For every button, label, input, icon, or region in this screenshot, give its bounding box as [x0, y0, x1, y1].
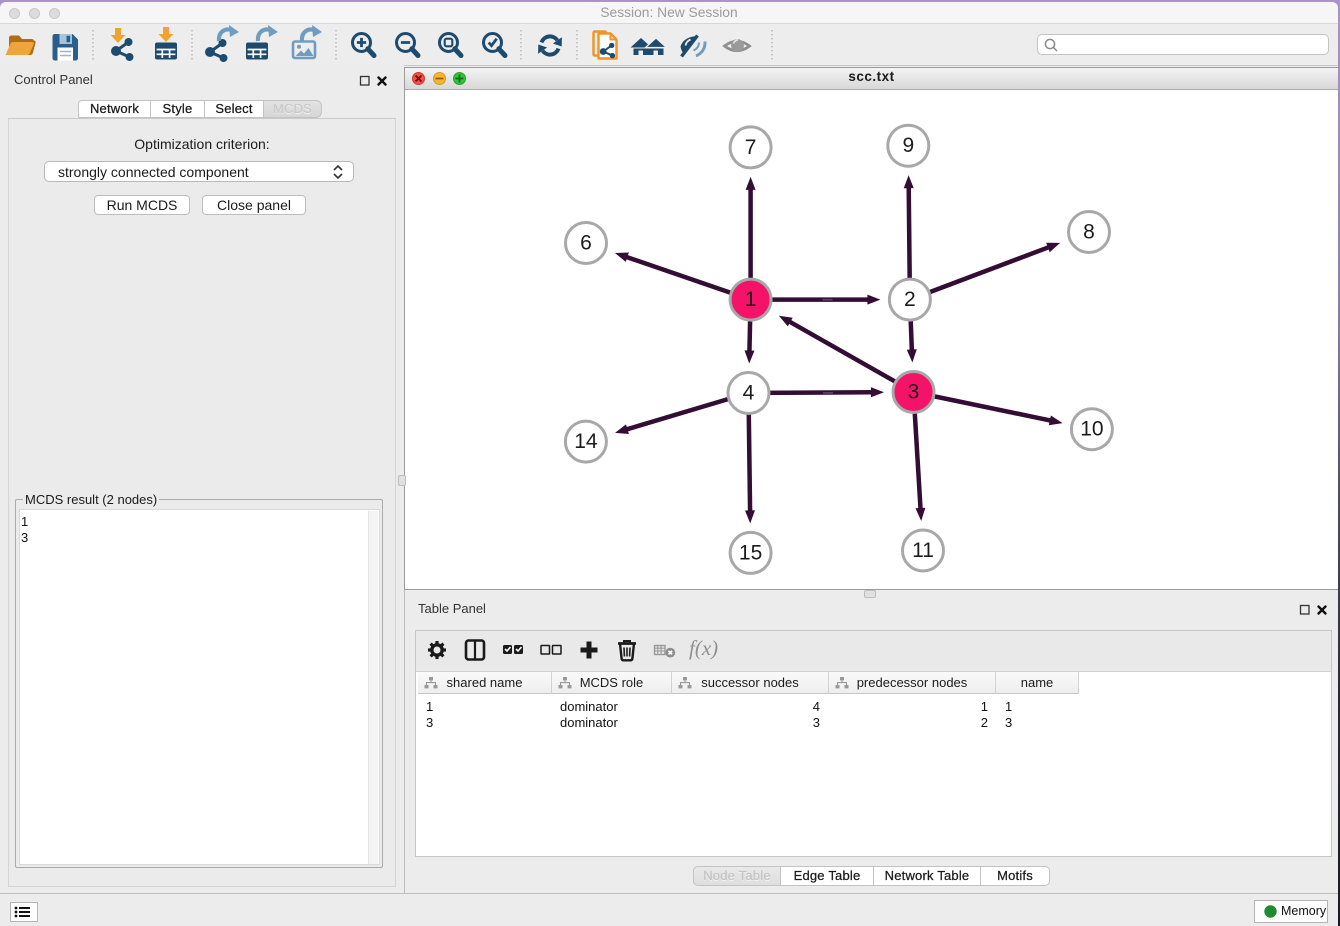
svg-text:9: 9 — [902, 134, 914, 157]
svg-text:8: 8 — [1083, 221, 1095, 244]
svg-text:2: 2 — [904, 288, 916, 311]
svg-text:10: 10 — [1080, 418, 1103, 441]
svg-text:4: 4 — [743, 382, 755, 405]
svg-text:f(x): f(x) — [689, 636, 718, 660]
svg-text:6: 6 — [580, 232, 592, 255]
svg-text:3: 3 — [908, 381, 920, 404]
svg-text:1: 1 — [745, 288, 757, 311]
svg-text:11: 11 — [912, 539, 934, 562]
svg-text:14: 14 — [574, 430, 598, 453]
svg-text:7: 7 — [745, 136, 757, 159]
svg-text:15: 15 — [739, 541, 762, 564]
